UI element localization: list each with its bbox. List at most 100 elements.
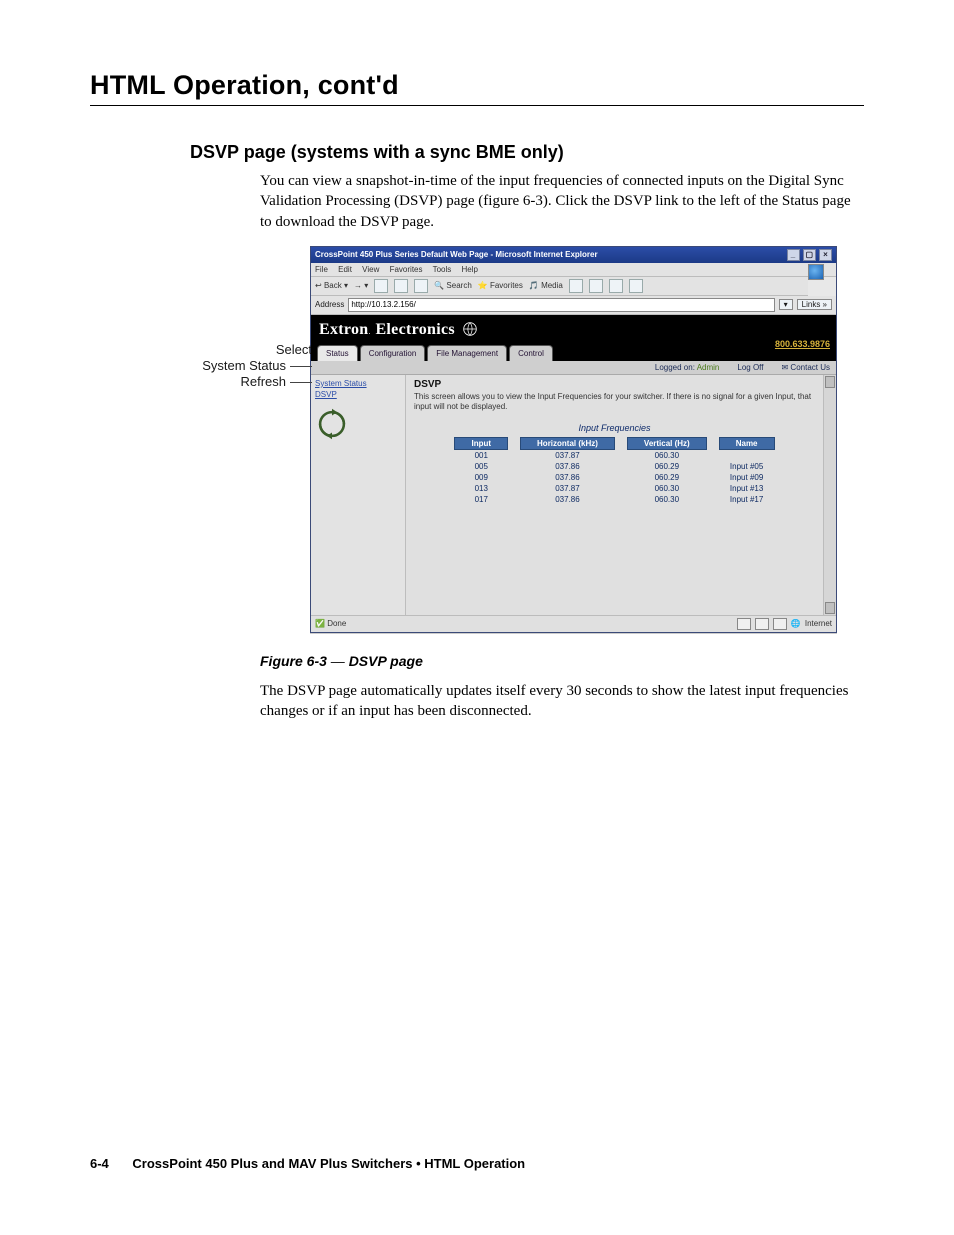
- cell-v: 060.29: [627, 472, 707, 483]
- tab-configuration[interactable]: Configuration: [360, 345, 426, 361]
- table-row: 009 037.86 060.29 Input #09: [454, 472, 774, 483]
- section-heading: DSVP page (systems with a sync BME only): [190, 142, 864, 163]
- tab-bar: 800.633.9876 Status Configuration File M…: [311, 343, 836, 361]
- minimize-icon[interactable]: _: [787, 249, 800, 261]
- home-icon[interactable]: [414, 279, 428, 293]
- close-icon[interactable]: ×: [819, 249, 832, 261]
- cell-h: 037.86: [520, 494, 615, 505]
- figure-wrapper: Select System Status Refresh CrossPoint …: [260, 246, 860, 633]
- refresh-icon[interactable]: [394, 279, 408, 293]
- table-row: 017037.86060.30Input #17: [454, 494, 774, 505]
- ie-logo-icon: [808, 264, 824, 280]
- refresh-arrows-icon[interactable]: [315, 407, 349, 441]
- table-row: 001037.87060.30: [454, 450, 774, 461]
- cell-h: 037.87: [520, 450, 615, 461]
- cell-name: Input #13: [719, 483, 775, 494]
- dsvp-heading: DSVP: [414, 379, 815, 390]
- contact-us-link[interactable]: ✉ Contact Us: [781, 363, 830, 372]
- phone-link[interactable]: 800.633.9876: [775, 339, 830, 349]
- menu-file[interactable]: File: [315, 265, 328, 274]
- table-title: Input Frequencies: [414, 423, 815, 433]
- edit-icon[interactable]: [629, 279, 643, 293]
- stop-icon[interactable]: [374, 279, 388, 293]
- sidebar-item-dsvp[interactable]: DSVP: [315, 390, 401, 399]
- cell-h: 037.86: [520, 461, 615, 472]
- mail-icon[interactable]: [589, 279, 603, 293]
- status-done: ✅ Done: [315, 619, 346, 628]
- scrollbar[interactable]: [823, 375, 836, 615]
- browser-window: CrossPoint 450 Plus Series Default Web P…: [310, 246, 837, 633]
- menu-favorites[interactable]: Favorites: [390, 265, 423, 274]
- intro-paragraph: You can view a snapshot-in-time of the i…: [260, 171, 860, 232]
- ie-status-bar: ✅ Done 🌐 Internet: [311, 615, 836, 632]
- cell-v: 060.30: [627, 483, 707, 494]
- address-label: Address: [315, 300, 344, 309]
- table-row: 005037.86060.29Input #05: [454, 461, 774, 472]
- ie-address-bar: Address ▾ Links »: [311, 296, 836, 315]
- tab-status[interactable]: Status: [317, 345, 358, 361]
- footer-text: CrossPoint 450 Plus and MAV Plus Switche…: [132, 1156, 525, 1171]
- dsvp-description: This screen allows you to view the Input…: [414, 392, 815, 413]
- cell-v: 060.30: [627, 494, 707, 505]
- search-button[interactable]: 🔍 Search: [434, 281, 472, 290]
- main-panel: DSVP This screen allows you to view the …: [406, 375, 823, 615]
- tab-file-management[interactable]: File Management: [427, 345, 507, 361]
- globe-icon: [463, 322, 477, 336]
- figure-callouts: Select System Status Refresh: [192, 342, 312, 390]
- cell-input: 001: [454, 450, 508, 461]
- back-button[interactable]: ↩ Back ▾: [315, 281, 348, 290]
- ie-title-text: CrossPoint 450 Plus Series Default Web P…: [315, 250, 598, 259]
- forward-button[interactable]: → ▾: [354, 281, 368, 290]
- cell-input: 005: [454, 461, 508, 472]
- cell-h: 037.86: [520, 472, 615, 483]
- print-icon[interactable]: [609, 279, 623, 293]
- webpage-body: Extron. Electronics 800.633.9876 Status …: [311, 315, 836, 615]
- menu-tools[interactable]: Tools: [433, 265, 452, 274]
- links-button[interactable]: Links »: [797, 299, 832, 310]
- brand-bar: Extron. Electronics: [311, 315, 836, 343]
- maximize-icon[interactable]: ▢: [803, 249, 816, 261]
- cell-name: Input #09: [719, 472, 775, 483]
- sidebar-item-system-status[interactable]: System Status: [315, 379, 401, 388]
- media-button[interactable]: 🎵 Media: [529, 281, 563, 290]
- cell-input: 013: [454, 483, 508, 494]
- favorites-button[interactable]: ⭐ Favorites: [478, 281, 523, 290]
- ie-titlebar: CrossPoint 450 Plus Series Default Web P…: [311, 247, 836, 263]
- callout-refresh: Refresh: [192, 374, 312, 390]
- status-zone: 🌐 Internet: [737, 618, 832, 630]
- cell-h: 037.87: [520, 483, 615, 494]
- sub-status-bar: Logged on: Admin Log Off ✉ Contact Us: [311, 361, 836, 375]
- tab-control[interactable]: Control: [509, 345, 553, 361]
- menu-view[interactable]: View: [362, 265, 379, 274]
- figure-caption: Figure 6-3 — DSVP page: [260, 653, 864, 669]
- log-off-link[interactable]: Log Off: [737, 363, 763, 372]
- col-name: Name: [719, 437, 775, 450]
- table-header-row: Input Horizontal (kHz) Vertical (Hz) Nam…: [454, 437, 774, 450]
- ie-menubar: File Edit View Favorites Tools Help: [311, 263, 836, 277]
- cell-v: 060.29: [627, 461, 707, 472]
- page-number: 6-4: [90, 1156, 109, 1171]
- cell-name: [719, 450, 775, 461]
- go-dropdown[interactable]: ▾: [779, 299, 793, 310]
- table-row: 013 037.87 060.30 Input #13: [454, 483, 774, 494]
- callout-system-status: System Status: [192, 358, 312, 374]
- page-title: HTML Operation, cont'd: [90, 70, 864, 101]
- callout-select: Select: [192, 342, 312, 358]
- cell-input: 017: [454, 494, 508, 505]
- input-frequencies-table: Input Horizontal (kHz) Vertical (Hz) Nam…: [442, 437, 786, 505]
- menu-help[interactable]: Help: [462, 265, 478, 274]
- title-rule: [90, 105, 864, 106]
- cell-input: 009: [454, 472, 508, 483]
- internet-zone-icon: 🌐: [791, 619, 801, 628]
- col-vertical: Vertical (Hz): [627, 437, 707, 450]
- ie-toolbar: ↩ Back ▾ → ▾ 🔍 Search ⭐ Favorites 🎵 Medi…: [311, 277, 808, 296]
- history-icon[interactable]: [569, 279, 583, 293]
- after-figure-paragraph: The DSVP page automatically updates itse…: [260, 681, 860, 722]
- window-buttons: _ ▢ ×: [786, 249, 832, 261]
- logged-on-label: Logged on: Admin: [655, 363, 720, 372]
- footer: 6-4 CrossPoint 450 Plus and MAV Plus Swi…: [90, 1156, 864, 1171]
- col-horizontal: Horizontal (kHz): [520, 437, 615, 450]
- menu-edit[interactable]: Edit: [338, 265, 352, 274]
- sidebar: System Status DSVP: [311, 375, 406, 615]
- address-input[interactable]: [348, 298, 774, 312]
